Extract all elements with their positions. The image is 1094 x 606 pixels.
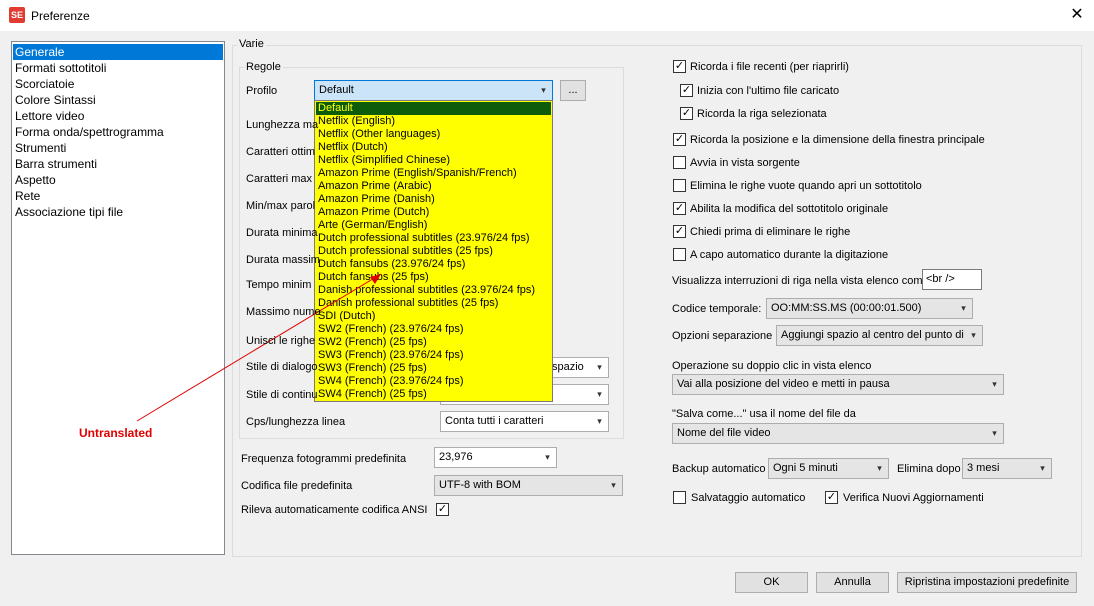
regole-field-label: Stile di continu	[246, 389, 318, 401]
regole-field-label: Caratteri max	[246, 173, 313, 185]
elimina-value: 3 mesi	[967, 462, 1000, 474]
regole-field-label: Durata massim	[246, 254, 320, 266]
chevron-down-icon: ▾	[986, 375, 1003, 394]
regole-field-label: Durata minima	[246, 227, 318, 239]
interruzioni-label: Visualizza interruzioni di riga nella vi…	[672, 275, 929, 287]
regole-field-label: Massimo nume	[246, 306, 321, 318]
chevron-down-icon: ▾	[955, 299, 972, 318]
separazione-value: Aggiungi spazio al centro del punto di s	[781, 329, 973, 341]
regole-field-label: Stile di dialogo	[246, 361, 318, 373]
annotation-label: Untranslated	[79, 426, 153, 440]
option-checkbox-label: Ricorda la posizione e la dimensione del…	[690, 134, 985, 146]
chevron-down-icon: ▾	[871, 459, 888, 478]
elimina-combo[interactable]: 3 mesi ▾	[962, 458, 1052, 479]
regole-field-label: Unisci le righe	[246, 335, 316, 347]
backup-combo[interactable]: Ogni 5 minuti ▾	[768, 458, 889, 479]
regole-field-label: Lunghezza ma	[246, 119, 319, 131]
doppio-clic-label: Operazione su doppio clic in vista elenc…	[672, 360, 872, 372]
chevron-down-icon: ▾	[1034, 459, 1051, 478]
option-checkbox[interactable]: ✓	[673, 225, 686, 238]
regole-field-label: Caratteri ottim	[246, 146, 316, 158]
chevron-down-icon: ▾	[986, 424, 1003, 443]
interruzioni-input[interactable]: <br />	[922, 269, 982, 290]
salva-value: Nome del file video	[677, 427, 771, 439]
cancel-button[interactable]: Annulla	[816, 572, 889, 593]
separazione-combo[interactable]: Aggiungi spazio al centro del punto di s…	[776, 325, 983, 346]
codice-value: OO:MM:SS.MS (00:00:01.500)	[771, 302, 922, 314]
regole-field-label: Tempo minim	[246, 279, 312, 291]
regole-field-label: Min/max parol	[246, 200, 316, 212]
option-checkbox[interactable]	[673, 156, 686, 169]
restore-defaults-button[interactable]: Ripristina impostazioni predefinite	[897, 572, 1077, 593]
ok-button[interactable]: OK	[735, 572, 808, 593]
elimina-label: Elimina dopo	[897, 463, 961, 475]
option-checkbox-label: Abilita la modifica del sottotitolo orig…	[690, 203, 889, 215]
salvataggio-label: Salvataggio automatico	[691, 492, 806, 504]
salva-label: "Salva come..." usa il nome del file da	[672, 408, 856, 420]
backup-label: Backup automatico	[672, 463, 766, 475]
option-checkbox-label: Chiedi prima di eliminare le righe	[690, 226, 851, 238]
option-checkbox-label: Avvia in vista sorgente	[690, 157, 800, 169]
verifica-label: Verifica Nuovi Aggiornamenti	[843, 492, 984, 504]
salva-combo[interactable]: Nome del file video ▾	[672, 423, 1004, 444]
backup-value: Ogni 5 minuti	[773, 462, 838, 474]
verifica-checkbox[interactable]: ✓	[825, 491, 838, 504]
option-checkbox-label: Inizia con l'ultimo file caricato	[697, 85, 840, 97]
option-checkbox[interactable]	[673, 248, 686, 261]
option-checkbox[interactable]: ✓	[673, 60, 686, 73]
separazione-label: Opzioni separazione	[672, 330, 773, 342]
doppio-clic-combo[interactable]: Vai alla posizione del video e metti in …	[672, 374, 1004, 395]
option-checkbox[interactable]: ✓	[673, 133, 686, 146]
option-checkbox-label: Ricorda i file recenti (per riaprirli)	[690, 61, 849, 73]
option-checkbox-label: Elimina le righe vuote quando apri un so…	[690, 180, 922, 192]
codice-combo[interactable]: OO:MM:SS.MS (00:00:01.500) ▾	[766, 298, 973, 319]
option-checkbox-label: Ricorda la riga selezionata	[697, 108, 827, 120]
doppio-clic-value: Vai alla posizione del video e metti in …	[677, 378, 890, 390]
option-checkbox-label: A capo automatico durante la digitazione	[690, 249, 889, 261]
salvataggio-checkbox[interactable]	[673, 491, 686, 504]
option-checkbox[interactable]	[673, 179, 686, 192]
option-checkbox[interactable]: ✓	[673, 202, 686, 215]
chevron-down-icon: ▾	[965, 326, 982, 345]
codice-label: Codice temporale:	[672, 303, 762, 315]
option-checkbox[interactable]: ✓	[680, 107, 693, 120]
regole-field-label: Cps/lunghezza linea	[246, 416, 346, 428]
option-checkbox[interactable]: ✓	[680, 84, 693, 97]
